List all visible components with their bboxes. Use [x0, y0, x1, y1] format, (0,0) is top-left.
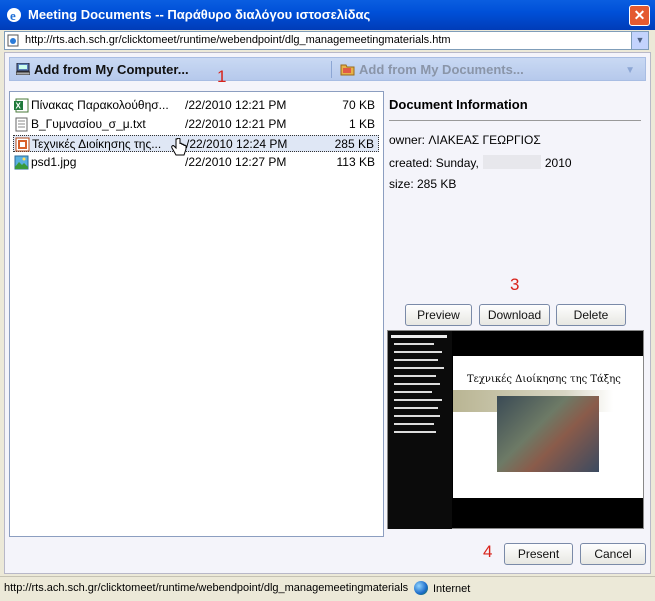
- document-info-panel: Document Information owner: ΛΙΑΚΕΑΣ ΓΕΩΡ…: [389, 97, 644, 191]
- file-row-selected[interactable]: Τεχνικές Διοίκησης της... /22/2010 12:24…: [13, 135, 379, 156]
- slide-preview: Τεχνικές Διοίκησης της Τάξης: [387, 330, 644, 529]
- file-row[interactable]: Β_Γυμνασίου_σ_μ.txt /22/2010 12:21 PM 1 …: [13, 116, 379, 133]
- redacted-date: [482, 155, 541, 169]
- doc-created-year: 2010: [544, 156, 572, 170]
- status-zone-label: Internet: [433, 583, 471, 595]
- window-title: Meeting Documents -- Παράθυρο διαλόγου ι…: [28, 7, 371, 22]
- file-date: /22/2010 12:21 PM: [185, 117, 287, 131]
- annotation-marker-1: 1: [217, 67, 227, 86]
- file-row[interactable]: psd1.jpg /22/2010 12:27 PM 113 KB: [13, 154, 379, 171]
- file-name: psd1.jpg: [31, 155, 77, 169]
- dialog-content: Add from My Computer... Add from My Docu…: [4, 52, 651, 574]
- ie-icon: e: [7, 8, 21, 23]
- add-from-documents-label: Add from My Documents...: [359, 62, 524, 77]
- file-date: /22/2010 12:21 PM: [185, 98, 287, 112]
- doc-size: size: 285 KB: [389, 177, 457, 191]
- close-button[interactable]: ✕: [629, 5, 650, 26]
- add-from-computer-label: Add from My Computer...: [34, 62, 189, 77]
- globe-icon: [414, 581, 428, 595]
- file-name: Πίνακας Παρακολούθησ...: [31, 98, 169, 112]
- svg-text:X: X: [16, 102, 22, 111]
- doc-created-prefix: created: Sunday,: [389, 156, 479, 170]
- toolbar: Add from My Computer... Add from My Docu…: [9, 57, 646, 81]
- svg-text:e: e: [10, 8, 16, 23]
- slide-canvas: Τεχνικές Διοίκησης της Τάξης: [453, 356, 643, 498]
- add-from-computer-button[interactable]: Add from My Computer...: [16, 62, 189, 77]
- close-icon: ✕: [633, 7, 646, 23]
- file-name: Β_Γυμνασίου_σ_μ.txt: [31, 117, 146, 131]
- slide-sidebar-outline: [388, 331, 452, 529]
- file-row[interactable]: X Πίνακας Παρακολούθησ... /22/2010 12:21…: [13, 97, 379, 114]
- file-list[interactable]: X Πίνακας Παρακολούθησ... /22/2010 12:21…: [9, 91, 384, 537]
- file-size: 1 KB: [348, 117, 375, 131]
- address-url: http://rts.ach.sch.gr/clicktomeet/runtim…: [25, 34, 451, 46]
- document-info-heading: Document Information: [389, 97, 641, 121]
- page-icon: [7, 34, 19, 47]
- status-zone: Internet: [414, 581, 470, 595]
- excel-icon: X: [14, 98, 29, 113]
- cancel-button[interactable]: Cancel: [580, 543, 646, 565]
- annotation-marker-4: 4: [483, 542, 493, 561]
- delete-button[interactable]: Delete: [556, 304, 626, 326]
- toolbar-dropdown-arrow-icon: ▼: [625, 65, 635, 76]
- status-url: http://rts.ach.sch.gr/clicktomeet/runtim…: [4, 582, 409, 594]
- powerpoint-icon: [15, 137, 30, 152]
- image-file-icon: [14, 155, 29, 170]
- annotation-marker-3: 3: [510, 275, 520, 294]
- preview-button[interactable]: Preview: [405, 304, 472, 326]
- file-size: 113 KB: [336, 155, 375, 169]
- download-button[interactable]: Download: [479, 304, 550, 326]
- toolbar-divider: [331, 61, 332, 78]
- add-from-documents-button[interactable]: Add from My Documents...: [340, 62, 524, 77]
- address-bar[interactable]: http://rts.ach.sch.gr/clicktomeet/runtim…: [4, 31, 649, 50]
- slide-photo: [497, 396, 599, 472]
- computer-icon: [16, 63, 30, 75]
- file-size: 70 KB: [342, 98, 375, 112]
- file-size: 285 KB: [334, 137, 374, 151]
- folder-icon: [340, 64, 355, 76]
- status-bar: http://rts.ach.sch.gr/clicktomeet/runtim…: [0, 576, 655, 601]
- present-button[interactable]: Present: [504, 543, 573, 565]
- doc-created: created: Sunday, 2010: [389, 155, 644, 170]
- file-date: /22/2010 12:27 PM: [185, 155, 287, 169]
- title-bar: e Meeting Documents -- Παράθυρο διαλόγου…: [0, 0, 655, 30]
- chevron-down-icon[interactable]: ▼: [631, 32, 648, 49]
- slide-title: Τεχνικές Διοίκησης της Τάξης: [467, 374, 621, 385]
- file-name: Τεχνικές Διοίκησης της...: [32, 137, 162, 151]
- file-date: /22/2010 12:24 PM: [186, 137, 288, 151]
- text-file-icon: [15, 117, 28, 132]
- doc-owner: owner: ΛΙΑΚΕΑΣ ΓΕΩΡΓΙΟΣ: [389, 133, 541, 147]
